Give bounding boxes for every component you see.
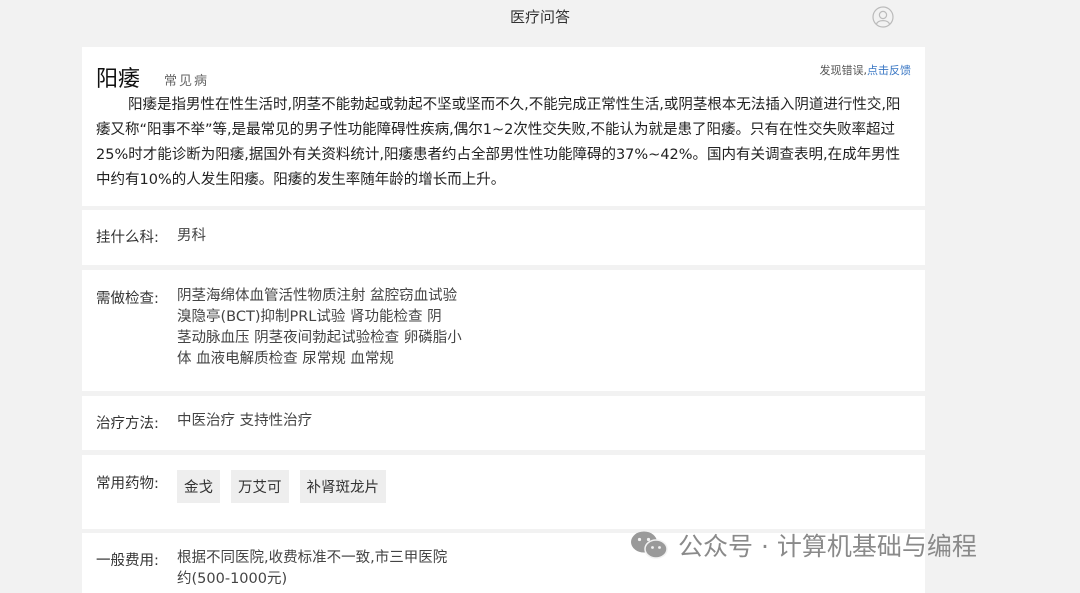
exams-list: 阴茎海绵体血管活性物质注射 盆腔窃血试验 溴隐亭(BCT)抑制PRL试验 肾功能… [177,286,477,370]
user-icon[interactable] [872,6,894,28]
drug-tag[interactable]: 万艾可 [231,470,289,503]
treatment-card: 治疗方法: 中医治疗 支持性治疗 [82,396,925,450]
cost-value: 根据不同医院,收费标准不一致,市三甲医院 约(500-1000元) [177,548,447,590]
exams-line: 阴茎海绵体血管活性物质注射 盆腔窃血试验 [177,288,458,304]
treatment-value: 中医治疗 支持性治疗 [177,413,313,429]
disease-name: 阳痿 [96,67,141,92]
treatment-label: 治疗方法: [96,416,159,432]
drug-list: 金戈 万艾可 补肾斑龙片 [177,470,386,503]
watermark: 公众号 · 计算机基础与编程 [628,527,977,563]
report-error: 发现错误,点击反馈 [820,62,912,78]
wechat-icon [631,531,668,559]
exams-line: 茎动脉血压 阴茎夜间勃起试验检查 卵磷脂小 [177,330,462,346]
department-value: 男科 [177,228,206,244]
disease-intro-card: 阳痿 常见病 发现错误,点击反馈 阳痿是指男性在性生活时,阴茎不能勃起或勃起不坚… [82,47,925,206]
exams-line: 溴隐亭(BCT)抑制PRL试验 肾功能检查 阴 [177,309,442,325]
disease-tag: 常见病 [164,74,210,89]
department-label: 挂什么科: [96,230,159,246]
exams-label: 需做检查: [96,291,159,307]
drugs-card: 常用药物: 金戈 万艾可 补肾斑龙片 [82,455,925,529]
page-title: 医疗问答 [509,8,570,26]
cost-line: 根据不同医院,收费标准不一致,市三甲医院 [177,550,448,566]
exams-card: 需做检查: 阴茎海绵体血管活性物质注射 盆腔窃血试验 溴隐亭(BCT)抑制PRL… [82,270,925,391]
drugs-label: 常用药物: [96,476,159,492]
top-bar: 医疗问答 [0,0,1080,36]
disease-description: 阳痿是指男性在性生活时,阴茎不能勃起或勃起不坚或坚而不久,不能完成正常性生活,或… [96,97,901,188]
cost-line: 约(500-1000元) [177,571,288,587]
report-feedback-link[interactable]: 点击反馈 [867,64,911,77]
drug-tag[interactable]: 补肾斑龙片 [299,470,386,503]
cost-label: 一般费用: [96,553,159,569]
department-card: 挂什么科: 男科 [82,210,925,265]
watermark-text: 公众号 · 计算机基础与编程 [678,532,977,561]
report-prefix: 发现错误, [819,64,868,77]
exams-line: 体 血液电解质检查 尿常规 血常规 [177,351,394,367]
drug-tag[interactable]: 金戈 [177,470,220,503]
